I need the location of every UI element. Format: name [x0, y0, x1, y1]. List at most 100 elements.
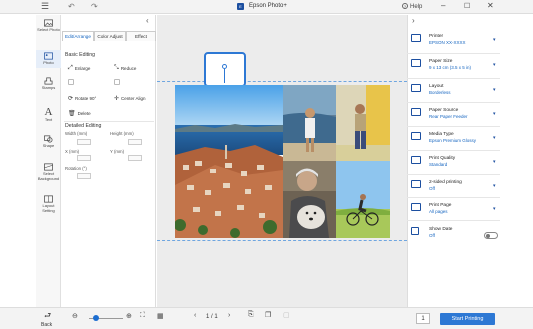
collapse-panel-icon[interactable]: ‹	[146, 16, 149, 25]
rotation-field[interactable]	[77, 173, 91, 179]
rotate-label: Rotate 90°	[75, 96, 97, 101]
rail-select-background[interactable]: Select Background	[36, 163, 61, 187]
zoom-slider-handle[interactable]	[93, 315, 99, 321]
width-field[interactable]	[77, 139, 91, 145]
paper-size-icon	[411, 59, 421, 67]
rail-text[interactable]: A Text	[36, 107, 61, 125]
next-page-icon[interactable]: ›	[228, 312, 230, 319]
rail-label: Shape	[42, 143, 55, 148]
x-field[interactable]	[77, 155, 91, 161]
undo-icon[interactable]: ↶	[68, 2, 75, 11]
dropdown-arrow-icon: ▾	[493, 87, 496, 93]
photo-girl-stairs[interactable]	[336, 85, 390, 161]
photo-man-dog[interactable]	[283, 161, 336, 238]
reduce-icon: ⤡	[114, 65, 119, 71]
center-align-label: Center Align	[121, 96, 146, 101]
expand-panel-icon[interactable]: ›	[412, 16, 415, 25]
tab-color-adjust[interactable]: Color Adjust	[94, 31, 126, 41]
setting-2-sided-printing[interactable]: 2-sided printing Off ▾	[407, 176, 500, 198]
rail-stamps[interactable]: Stamps	[36, 77, 61, 95]
rail-select-photo[interactable]: Select Photo	[36, 18, 61, 40]
add-page-icon[interactable]: ⎘	[248, 311, 254, 319]
setting-print-page[interactable]: Print Page All pages ▾	[407, 199, 500, 221]
two-sided-icon	[411, 180, 421, 188]
flip-vertical-icon	[114, 79, 120, 85]
dropdown-arrow-icon: ▾	[493, 159, 496, 165]
setting-show-date: Show Date Off	[407, 223, 500, 243]
flip-horizontal-icon	[68, 79, 74, 85]
start-printing-button[interactable]: Start Printing	[440, 313, 495, 325]
zoom-out-icon[interactable]: ⊖	[72, 312, 78, 320]
tab-edit-arrange[interactable]: Edit/Arrange	[62, 31, 94, 41]
previous-page-icon[interactable]: ‹	[194, 312, 196, 319]
photo-cyclist[interactable]	[336, 161, 390, 238]
setting-layout[interactable]: Layout Borderless ▾	[407, 80, 500, 103]
copies-field[interactable]: 1	[416, 313, 430, 324]
redo-icon[interactable]: ↷	[91, 2, 98, 11]
flip-horizontal-button[interactable]	[68, 79, 74, 85]
setting-label: Paper Size	[429, 59, 453, 64]
setting-media-type[interactable]: Media Type Epson Premium Glossy ▾	[407, 128, 500, 151]
bottom-bar: ⮐ Back ⊖ ⊕ ⛶ ▦ ‹ 1 / 1 › ⎘ ❐ ▢ 1 Start P…	[0, 307, 533, 329]
center-align-button[interactable]: ✛ Center Align	[114, 95, 146, 102]
show-date-label: Show Date	[429, 227, 453, 232]
width-label: Width (mm)	[65, 131, 88, 136]
tool-rail: Select Photo Photo Stamps A Text Shape S…	[36, 15, 61, 307]
rail-label: Text	[44, 117, 53, 122]
rotate-icon: ⟳	[68, 96, 74, 102]
duplicate-page-icon[interactable]: ❐	[265, 311, 271, 319]
rail-shape[interactable]: Shape	[36, 135, 61, 153]
height-field[interactable]	[128, 139, 142, 145]
photo-icon	[44, 52, 53, 60]
dropdown-arrow-icon: ▾	[493, 183, 496, 189]
help-button[interactable]: ? Help	[402, 3, 422, 10]
tab-effect[interactable]: Effect	[126, 31, 156, 41]
rail-label: Photo	[43, 60, 54, 65]
paper-source-icon	[411, 108, 421, 116]
setting-paper-source[interactable]: Paper Source Rear Paper Feeder ▾	[407, 104, 500, 127]
setting-label: Printer	[429, 34, 444, 39]
setting-value: Epson Premium Glossy	[429, 138, 477, 143]
enlarge-button[interactable]: ⤢ Enlarge	[68, 65, 90, 72]
show-date-toggle[interactable]	[484, 232, 498, 239]
delete-button[interactable]: 🗑 Delete	[68, 110, 91, 117]
delete-page-icon[interactable]: ▢	[283, 311, 290, 319]
setting-value: Borderless	[429, 90, 451, 95]
photo-city[interactable]	[175, 85, 283, 238]
rotate-button[interactable]: ⟳ Rotate 90°	[68, 95, 96, 102]
close-icon[interactable]: ✕	[487, 1, 494, 10]
grid-icon[interactable]: ▦	[157, 312, 164, 320]
y-field[interactable]	[128, 155, 142, 161]
minimize-icon[interactable]: –	[441, 1, 445, 10]
edit-panel: ‹ Edit/Arrange Color Adjust Effect Basic…	[62, 15, 156, 307]
zoom-in-icon[interactable]: ⊕	[126, 312, 132, 320]
x-label: X (mm)	[65, 149, 80, 154]
setting-label: Media Type	[429, 132, 454, 137]
flip-vertical-button[interactable]	[114, 79, 120, 85]
height-label: Height (mm)	[110, 131, 134, 136]
rail-layout-setting[interactable]: Layout Setting	[36, 195, 61, 219]
basic-editing-title: Basic Editing	[65, 52, 95, 58]
setting-value: All pages	[429, 209, 448, 214]
title-bar: ☰ ↶ ↷ E Epson Photo+ ? Help – ☐ ✕	[0, 0, 533, 14]
layout-icon	[44, 195, 53, 203]
maximize-icon[interactable]: ☐	[464, 2, 470, 10]
setting-paper-size[interactable]: Paper Size 9 x 13 cm (3.5 x 5 in) ▾	[407, 55, 500, 79]
page-indicator: 1 / 1	[206, 314, 218, 320]
dropdown-arrow-icon: ▾	[493, 206, 496, 212]
fit-to-window-icon[interactable]: ⛶	[140, 312, 145, 320]
toggle-knob	[486, 234, 490, 238]
setting-print-quality[interactable]: Print Quality Standard ▾	[407, 152, 500, 175]
photo-layout[interactable]	[175, 85, 390, 238]
photo-girl-beach[interactable]	[283, 85, 336, 161]
rail-photo[interactable]: Photo	[36, 50, 61, 68]
reduce-button[interactable]: ⤡ Reduce	[114, 65, 136, 72]
menu-icon[interactable]: ☰	[41, 2, 49, 11]
photo-girl-stairs-image	[336, 85, 390, 161]
setting-printer[interactable]: Printer EPSON XX-XXXX ▾	[407, 30, 500, 54]
setting-label: Print Quality	[429, 156, 456, 161]
print-quality-icon	[411, 156, 421, 164]
center-align-icon: ✛	[114, 96, 120, 102]
text-icon: A	[44, 106, 53, 118]
selection-handle[interactable]	[204, 52, 246, 87]
